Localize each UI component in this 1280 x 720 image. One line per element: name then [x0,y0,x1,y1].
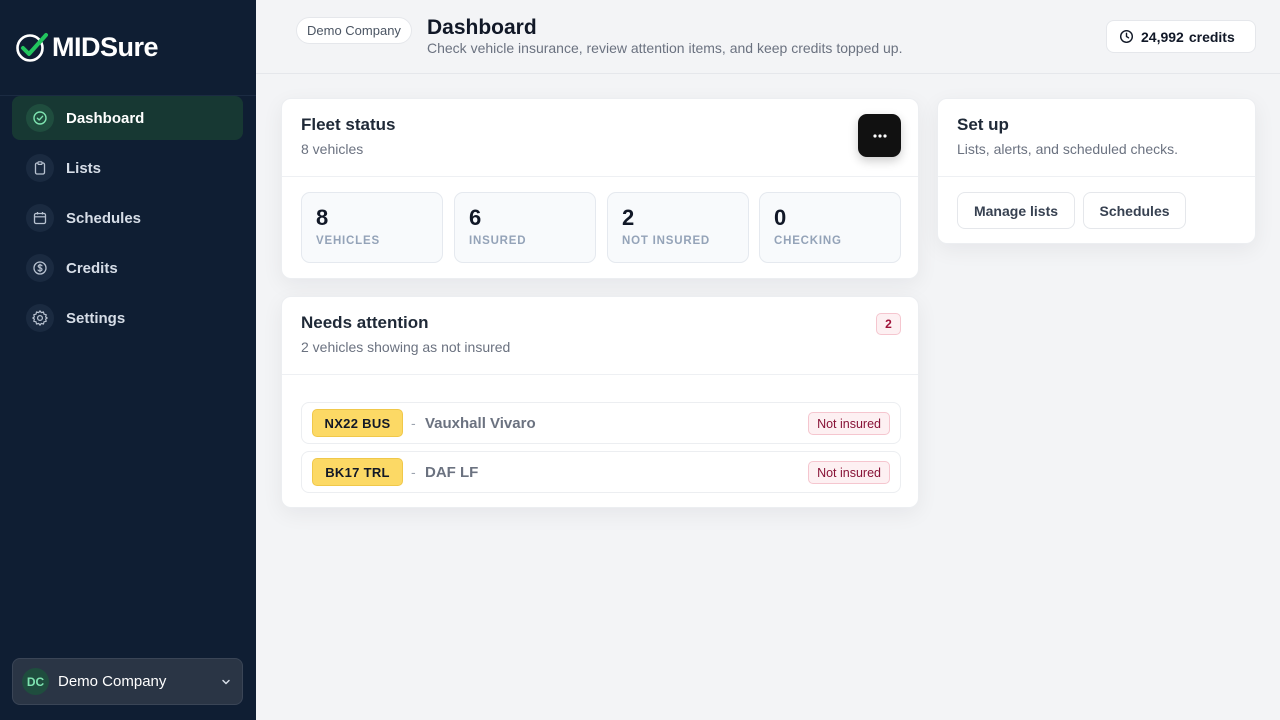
avatar: DC [22,668,49,695]
clock-icon [1119,29,1134,44]
page-title: Dashboard [427,16,537,39]
manage-lists-button[interactable]: Manage lists [957,192,1075,229]
attention-count-badge: 2 [876,313,901,335]
gear-icon [26,304,54,332]
more-options-button[interactable] [858,114,901,157]
card-title: Fleet status [301,115,396,134]
fleet-status-card: Fleet status 8 vehicles 8 VEHICLES 6 INS… [281,98,919,279]
check-circle-icon [26,104,54,132]
setup-card: Set up Lists, alerts, and scheduled chec… [937,98,1256,244]
sidebar-item-dashboard[interactable]: Dashboard [12,96,243,140]
stat-value: 6 [469,205,482,230]
sidebar-item-label: Settings [66,309,126,327]
sidebar-item-label: Schedules [66,209,142,227]
status-badge: Not insured [808,412,890,435]
vehicle-model: Vauxhall Vivaro [425,415,536,432]
stat-value: 2 [622,205,635,230]
calendar-icon [26,204,54,232]
vehicle-row[interactable]: BK17 TRL - DAF LF Not insured [301,451,901,493]
brand-logo[interactable]: MIDSure [15,31,159,63]
sidebar-item-schedules[interactable]: Schedules [12,196,243,240]
credits-value: 24,992 [1141,28,1184,45]
card-divider [282,374,918,375]
company-name: Demo Company [58,673,167,690]
vehicle-row[interactable]: NX22 BUS - Vauxhall Vivaro Not insured [301,402,901,444]
stat-not-insured[interactable]: 2 NOT INSURED [607,192,749,263]
status-badge: Not insured [808,461,890,484]
card-title: Needs attention [301,313,429,332]
card-subtitle: 2 vehicles showing as not insured [301,339,511,355]
page-subtitle: Check vehicle insurance, review attentio… [427,40,903,56]
stat-vehicles[interactable]: 8 VEHICLES [301,192,443,263]
sidebar-item-label: Dashboard [66,109,145,127]
stat-insured[interactable]: 6 INSURED [454,192,596,263]
sidebar: MIDSure Dashboard Lists Schedules Credit… [0,0,256,720]
stat-checking[interactable]: 0 CHECKING [759,192,901,263]
clipboard-icon [26,154,54,182]
stat-value: 0 [774,205,787,230]
sidebar-item-label: Credits [66,259,118,277]
stat-label: NOT INSURED [622,235,711,247]
brand-name: MIDSure [52,31,159,62]
sidebar-item-lists[interactable]: Lists [12,146,243,190]
credits-balance[interactable]: 24,992 credits [1106,20,1256,53]
stat-value: 8 [316,205,329,230]
stat-label: VEHICLES [316,235,380,247]
stat-label: INSURED [469,235,527,247]
credits-label: credits [1188,28,1235,45]
card-title: Set up [957,115,1009,134]
card-subtitle: Lists, alerts, and scheduled checks. [957,141,1179,157]
company-pill[interactable]: Demo Company [296,17,412,44]
header-divider [256,73,1280,74]
chevron-down-icon [220,675,232,693]
registration-plate: NX22 BUS [312,409,403,437]
card-subtitle: 8 vehicles [301,141,364,157]
registration-plate: BK17 TRL [312,458,403,486]
ellipsis-icon [872,133,887,138]
card-divider [282,176,918,177]
dollar-circle-icon [26,254,54,282]
separator: - [411,464,416,480]
needs-attention-card: Needs attention 2 vehicles showing as no… [281,296,919,508]
stat-label: CHECKING [774,235,842,247]
sidebar-item-label: Lists [66,159,102,177]
sidebar-item-credits[interactable]: Credits [12,246,243,290]
separator: - [411,415,416,431]
card-divider [938,176,1255,177]
checkmark-logo-icon [16,33,48,62]
company-switcher[interactable]: DC Demo Company [12,658,243,705]
schedules-button[interactable]: Schedules [1083,192,1186,229]
sidebar-item-settings[interactable]: Settings [12,296,243,340]
sidebar-nav: Dashboard Lists Schedules Credits Settin… [12,96,243,346]
vehicle-model: DAF LF [425,464,479,481]
